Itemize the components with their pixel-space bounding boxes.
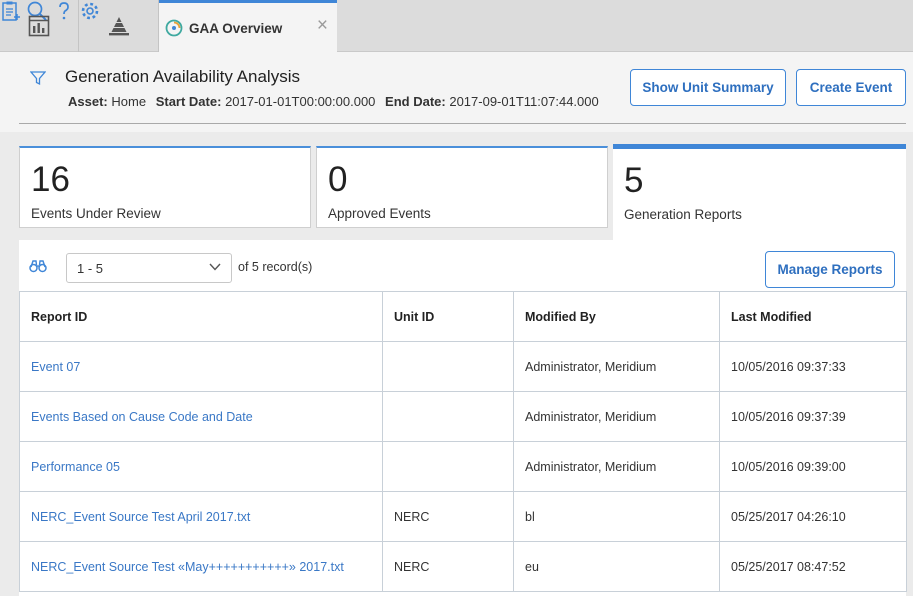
card-count: 16	[31, 160, 70, 199]
page-range-select[interactable]: 1 - 5	[66, 253, 232, 283]
report-id-link[interactable]: Event 07	[19, 341, 383, 392]
table-header-row: Report ID Unit ID Modified By Last Modif…	[19, 291, 907, 342]
table-row: NERC_Event Source Test «May+++++++++++» …	[19, 541, 907, 592]
last-modified-cell: 10/05/2016 09:37:39	[719, 391, 907, 442]
chevron-down-icon	[209, 263, 221, 271]
gaa-icon	[165, 19, 183, 37]
card-label: Generation Reports	[624, 207, 742, 222]
last-modified-cell: 05/25/2017 04:26:10	[719, 491, 907, 542]
reports-table: Report ID Unit ID Modified By Last Modif…	[19, 291, 907, 592]
column-header-report-id[interactable]: Report ID	[19, 291, 383, 342]
table-row: Event 07 Administrator, Meridium 10/05/2…	[19, 341, 907, 392]
manage-reports-button[interactable]: Manage Reports	[765, 251, 895, 288]
column-header-modified-by[interactable]: Modified By	[513, 291, 720, 342]
card-count: 0	[328, 160, 348, 199]
last-modified-cell: 10/05/2016 09:39:00	[719, 441, 907, 492]
end-date-label: End Date:	[385, 94, 446, 109]
pyramid-icon	[108, 17, 129, 36]
modified-by-cell: eu	[513, 541, 720, 592]
tab-dashboard[interactable]	[0, 0, 79, 52]
unit-id-cell: NERC	[382, 491, 514, 542]
create-event-button[interactable]: Create Event	[796, 69, 906, 106]
last-modified-cell: 10/05/2016 09:37:33	[719, 341, 907, 392]
card-label: Events Under Review	[31, 206, 161, 221]
show-unit-summary-button[interactable]: Show Unit Summary	[630, 69, 786, 106]
unit-id-cell	[382, 341, 514, 392]
header-divider	[19, 123, 906, 124]
modified-by-cell: Administrator, Meridium	[513, 341, 720, 392]
reports-panel: 1 - 5 of 5 record(s) Manage Reports Repo…	[19, 240, 907, 596]
page-title: Generation Availability Analysis	[65, 67, 300, 86]
tab-gaa-overview[interactable]: GAA Overview ×	[159, 0, 337, 53]
column-header-last-modified[interactable]: Last Modified	[719, 291, 907, 342]
card-count: 5	[624, 161, 644, 200]
modified-by-cell: Administrator, Meridium	[513, 391, 720, 442]
column-header-unit-id[interactable]: Unit ID	[382, 291, 514, 342]
last-modified-cell: 05/25/2017 08:47:52	[719, 541, 907, 592]
start-date-value: 2017-01-01T00:00:00.000	[225, 94, 376, 109]
report-id-link[interactable]: NERC_Event Source Test April 2017.txt	[19, 491, 383, 542]
start-date-label: Start Date:	[155, 94, 222, 109]
table-row: NERC_Event Source Test April 2017.txt NE…	[19, 491, 907, 542]
report-id-link[interactable]: Events Based on Cause Code and Date	[19, 391, 383, 442]
modified-by-cell: Administrator, Meridium	[513, 441, 720, 492]
asset-value: Home	[111, 94, 147, 109]
card-label: Approved Events	[328, 206, 431, 221]
unit-id-cell	[382, 391, 514, 442]
card-events-under-review[interactable]: 16 Events Under Review	[19, 146, 311, 228]
modified-by-cell: bl	[513, 491, 720, 542]
table-row: Events Based on Cause Code and Date Admi…	[19, 391, 907, 442]
table-row: Performance 05 Administrator, Meridium 1…	[19, 441, 907, 492]
card-generation-reports[interactable]: 5 Generation Reports	[613, 144, 906, 240]
end-date-value: 2017-09-01T11:07:44.000	[449, 94, 599, 109]
close-icon[interactable]: ×	[317, 16, 328, 35]
report-id-link[interactable]: Performance 05	[19, 441, 383, 492]
report-id-link[interactable]: NERC_Event Source Test «May+++++++++++» …	[19, 541, 383, 592]
tab-pyramid[interactable]	[79, 0, 159, 52]
card-approved-events[interactable]: 0 Approved Events	[316, 146, 608, 228]
unit-id-cell	[382, 441, 514, 492]
unit-id-cell: NERC	[382, 541, 514, 592]
dashboard-icon	[28, 15, 50, 37]
analysis-meta: Asset: Home Start Date: 2017-01-01T00:00…	[68, 94, 605, 109]
asset-label: Asset:	[68, 94, 108, 109]
page-header: Generation Availability Analysis Asset: …	[0, 52, 913, 132]
top-tab-bar: GAA Overview ×	[0, 0, 913, 53]
filter-icon[interactable]	[30, 70, 46, 86]
record-count: of 5 record(s)	[238, 260, 313, 274]
tab-label: GAA Overview	[189, 20, 283, 36]
binoculars-icon[interactable]	[29, 259, 47, 273]
page-range-value: 1 - 5	[77, 261, 104, 276]
